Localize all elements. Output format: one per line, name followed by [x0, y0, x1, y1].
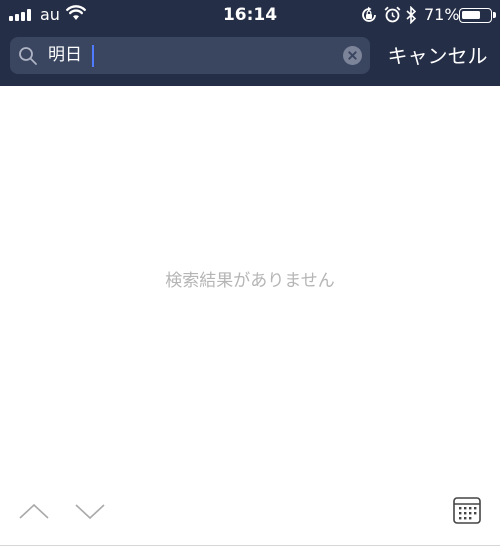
clear-icon: [348, 51, 357, 60]
next-result-button[interactable]: [73, 498, 107, 524]
battery-percent: 71%: [424, 5, 460, 24]
battery-icon: [459, 8, 496, 23]
status-bar: au 16:14 71%: [0, 0, 500, 30]
chevron-up-icon: [19, 503, 49, 519]
calendar-icon: [453, 497, 481, 524]
bottom-divider: [0, 545, 500, 546]
empty-results-message: 検索結果がありません: [165, 271, 335, 291]
previous-result-button[interactable]: [17, 498, 51, 524]
search-box: [10, 37, 370, 74]
bluetooth-icon: [406, 6, 417, 24]
chevron-down-icon: [75, 504, 105, 520]
top-bar: au 16:14 71% 明日 キャンセル: [0, 0, 500, 86]
calendar-button[interactable]: [451, 494, 483, 526]
cancel-button[interactable]: キャンセル: [380, 42, 495, 70]
alarm-icon: [384, 6, 401, 23]
search-icon: [19, 47, 37, 65]
clear-search-button[interactable]: [343, 46, 362, 65]
rotation-lock-icon: [362, 6, 376, 22]
text-caret: [92, 45, 94, 67]
